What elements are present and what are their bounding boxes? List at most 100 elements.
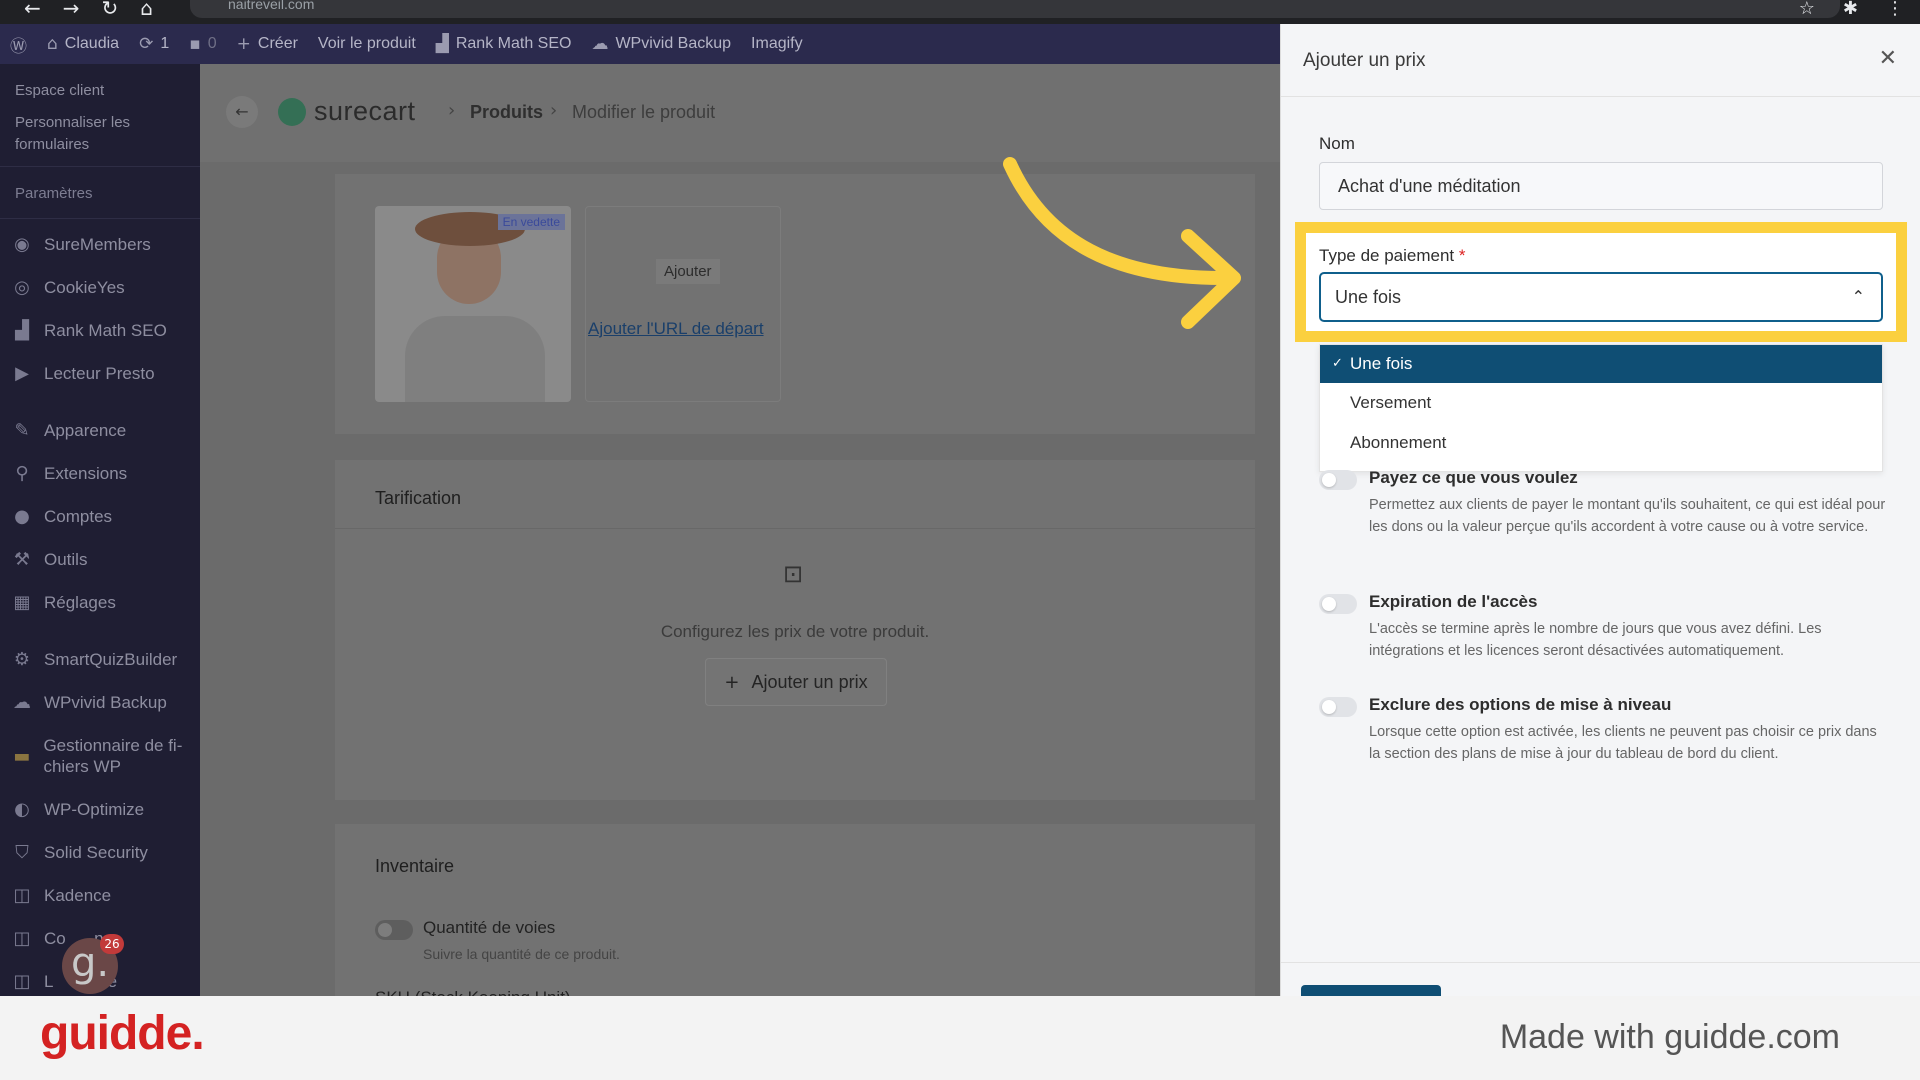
access-expiration-toggle[interactable] (1319, 594, 1357, 614)
sidebar-link-customize-forms[interactable]: Personnaliser les formulaires (15, 112, 185, 156)
sidebar-item-extensions[interactable]: ⚲ Extensions (0, 452, 200, 495)
suremembers-icon: ◉ (14, 234, 30, 255)
sidebar-item-presto[interactable]: ▶ Lecteur Presto (0, 352, 200, 395)
admin-bar-create[interactable]: + Créer (237, 34, 298, 54)
sidebar-item-solid-security[interactable]: ⛉ Solid Security (0, 831, 200, 874)
shield-icon: ⛉ (15, 842, 29, 863)
sidebar-item-label: Comptes (44, 506, 113, 526)
add-media-button[interactable]: Ajouter (656, 259, 720, 284)
payment-type-select[interactable]: Une fois ⌃ (1319, 272, 1883, 322)
conversions-icon: ◫ (13, 928, 31, 949)
plus-icon: + (724, 671, 740, 693)
product-image[interactable]: En vedette (375, 206, 571, 402)
access-expiration-desc: L'accès se termine après le nombre de jo… (1369, 621, 1822, 659)
sidebar-item-cookieyes[interactable]: ◎ CookieYes (0, 266, 200, 309)
close-icon[interactable]: ✕ (1879, 46, 1897, 71)
admin-bar-wpvivid[interactable]: ☁ WPvivid Backup (591, 34, 731, 54)
sidebar-link-client-space[interactable]: Espace client (15, 80, 185, 102)
folder-icon: ▬ (13, 745, 31, 767)
sidebar-item-file-manager[interactable]: ▬ Gestionnaire de fi-chiers WP (0, 724, 200, 788)
name-input[interactable]: Achat d'une méditation (1319, 162, 1883, 210)
sidebar-item-label: Gestionnaire de fi-chiers WP (43, 736, 183, 776)
translate-icon: ◫ (13, 971, 31, 992)
product-photo-body (405, 316, 545, 402)
sidebar-item-suremembers[interactable]: ◉ SureMembers (0, 223, 200, 266)
guidde-logo: guidde. (40, 1007, 205, 1060)
home-icon[interactable]: ⌂ (140, 0, 153, 20)
sidebar-item-accounts[interactable]: ● Comptes (0, 495, 200, 538)
back-button[interactable]: ← (226, 96, 258, 128)
admin-bar-rank-math[interactable]: ▟ Rank Math SEO (436, 34, 572, 54)
imagify-label: Imagify (751, 35, 803, 52)
reload-icon[interactable]: ↻ (102, 0, 119, 20)
pay-what-you-want-desc: Permettez aux clients de payer le montan… (1369, 497, 1886, 535)
sidebar-section-settings[interactable]: Paramètres (0, 177, 200, 210)
breadcrumb-edit-product: Modifier le produit (572, 102, 716, 122)
option-one-time[interactable]: ✓ Une fois (1320, 345, 1882, 383)
sidebar-item-kadence[interactable]: ◫ Kadence (0, 874, 200, 917)
track-quantity-label: Quantité de voies (423, 918, 556, 937)
admin-bar-imagify[interactable]: Imagify (751, 35, 803, 53)
sidebar-item-rank-math[interactable]: ▟ Rank Math SEO (0, 309, 200, 352)
sidebar-item-label: Apparence (44, 420, 127, 440)
option-label: Une fois (1350, 354, 1413, 373)
address-bar[interactable]: naitreveil.com (190, 0, 1840, 18)
brush-icon: ✎ (14, 420, 30, 441)
surecart-logo-icon (278, 97, 306, 126)
option-installment[interactable]: Versement (1320, 383, 1882, 423)
sidebar-item-tools[interactable]: ⚒ Outils (0, 538, 200, 581)
chart-icon: ▟ (15, 320, 29, 341)
sidebar-item-appearance[interactable]: ✎ Apparence (0, 409, 200, 452)
updates-count: 1 (160, 35, 170, 52)
back-arrow-icon[interactable]: ← (24, 0, 41, 20)
name-label: Nom (1319, 134, 1355, 153)
sidebar-divider (0, 166, 200, 167)
admin-bar-comments[interactable]: ▪ 0 (189, 34, 216, 54)
exclude-upgrade-toggle[interactable] (1319, 697, 1357, 717)
media-add-box: Ajouter Ajouter l'URL de départ (585, 206, 781, 402)
address-text: naitreveil.com (228, 0, 315, 12)
comments-count: 0 (207, 35, 217, 52)
option-subscription[interactable]: Abonnement (1320, 423, 1882, 463)
sidebar-item-label: WPvivid Backup (44, 692, 167, 712)
drawer-footer (1281, 962, 1920, 1005)
sidebar-item-smartquizbuilder[interactable]: ⚙ SmartQuizBuilder (0, 638, 200, 681)
cookie-icon: ◎ (14, 277, 30, 298)
sku-label: SKU (Stock Keeping Unit) (375, 988, 571, 996)
admin-bar-view-product[interactable]: Voir le produit (318, 35, 416, 53)
home-icon: ⌂ (47, 34, 58, 54)
sidebar-item-wp-optimize[interactable]: ◐ WP-Optimize (0, 788, 200, 831)
admin-bar-site[interactable]: ⌂ Claudia (47, 34, 119, 54)
plus-icon: + (236, 34, 251, 54)
track-quantity-toggle[interactable] (375, 920, 413, 940)
breadcrumb-bar: ← surecart › Produits › Modifier le prod… (200, 64, 1280, 162)
add-price-button[interactable]: + Ajouter un prix (705, 658, 887, 706)
payment-type-dropdown: ✓ Une fois Versement Abonnement (1319, 344, 1883, 472)
refresh-icon: ⟳ (139, 34, 154, 54)
sidebar-item-label: Kadence (44, 885, 112, 905)
add-price-drawer: Ajouter un prix ✕ Nom Achat d'une médita… (1280, 24, 1920, 1005)
chevron-right-icon: › (550, 100, 558, 121)
play-icon: ▶ (15, 363, 29, 384)
sidebar-item-settings[interactable]: ▦ Réglages (0, 581, 200, 624)
breadcrumb-products[interactable]: Produits (470, 102, 543, 123)
sidebar-item-label: Solid Security (44, 842, 148, 862)
wpvivid-label: WPvivid Backup (615, 35, 732, 52)
extensions-icon[interactable]: ✱ (1843, 0, 1858, 19)
menu-dots-icon[interactable]: ⋮ (1886, 0, 1904, 19)
drawer-header: Ajouter un prix ✕ (1281, 24, 1920, 97)
sidebar-item-label: Extensions (44, 463, 128, 483)
admin-sidebar: Espace client Personnaliser les formulai… (0, 64, 200, 996)
wordpress-icon[interactable]: Ⓦ (10, 32, 27, 57)
add-url-link[interactable]: Ajouter l'URL de départ (588, 319, 764, 339)
admin-bar-updates[interactable]: ⟳ 1 (139, 34, 169, 54)
pay-what-you-want-toggle[interactable] (1319, 470, 1357, 490)
add-price-label: Ajouter un prix (751, 671, 868, 692)
sidebar-item-wpvivid[interactable]: ☁ WPvivid Backup (0, 681, 200, 724)
star-icon[interactable]: ☆ (1799, 0, 1815, 19)
surecart-wordmark: surecart (314, 96, 416, 126)
check-icon: ✓ (1332, 356, 1343, 371)
chart-icon: ▟ (435, 34, 449, 54)
forward-arrow-icon[interactable]: → (63, 0, 80, 20)
guidde-avatar[interactable]: g. 26 (62, 934, 124, 994)
